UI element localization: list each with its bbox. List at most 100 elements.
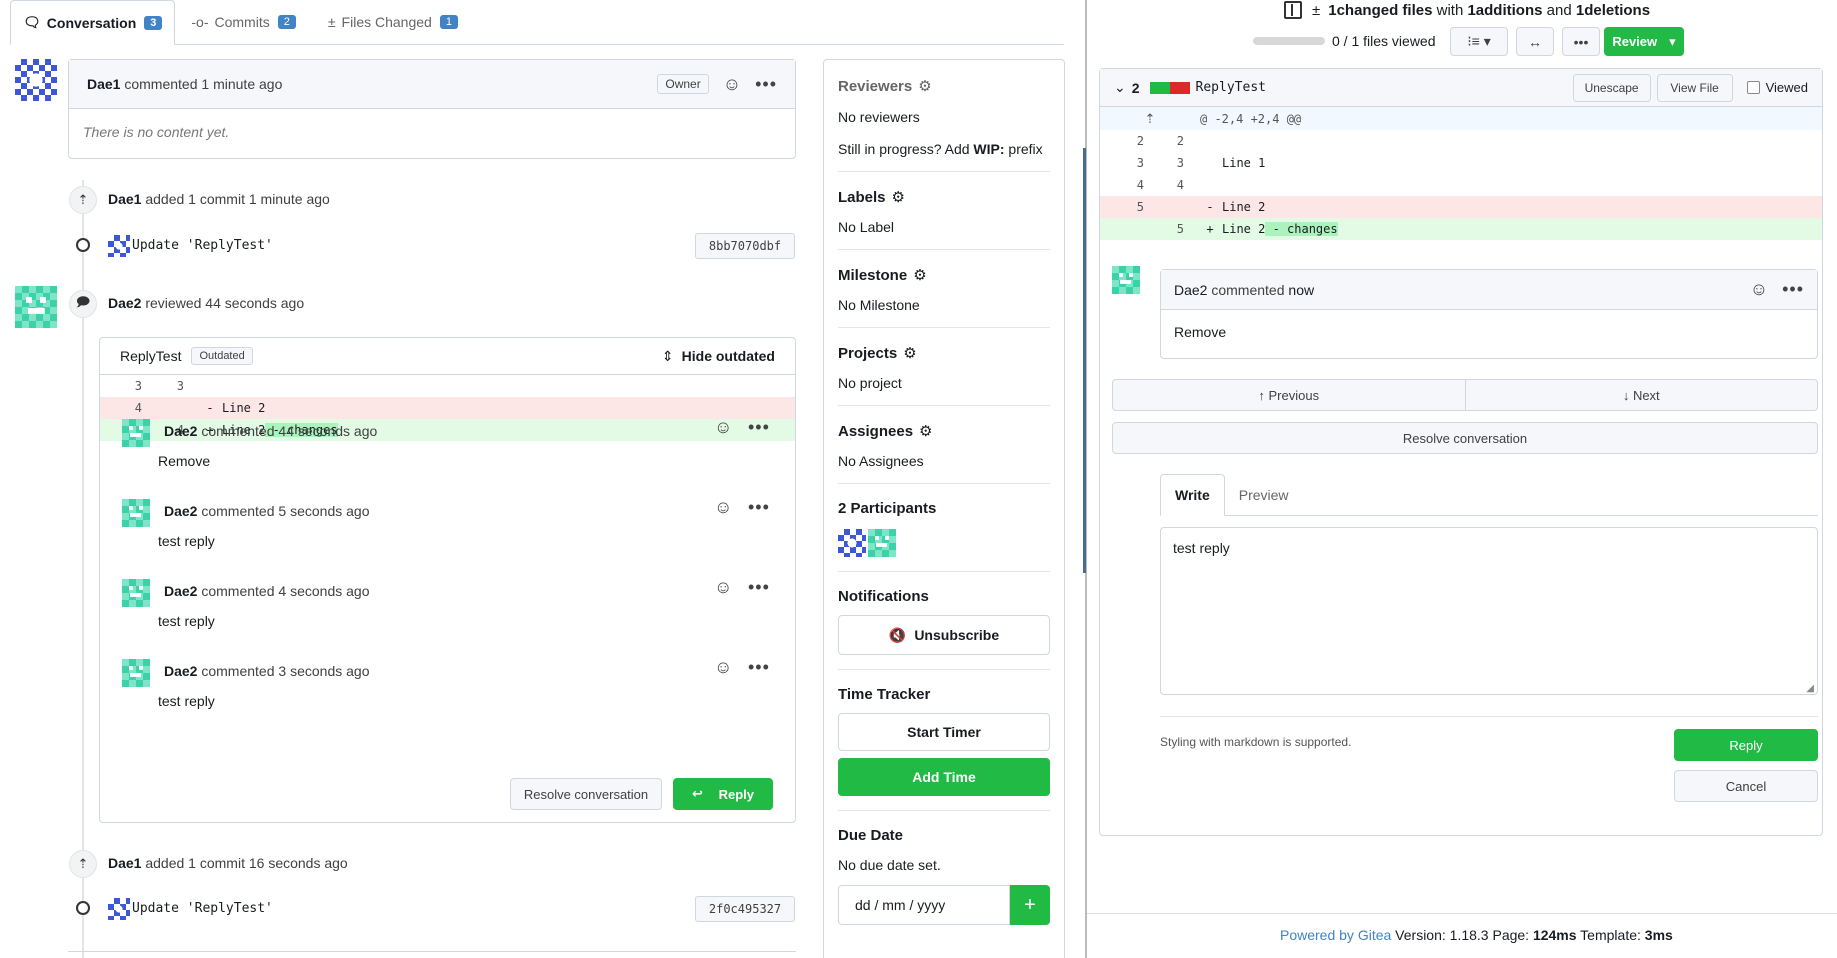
due-date-heading: Due Date bbox=[838, 827, 1050, 844]
avatar[interactable] bbox=[15, 59, 57, 101]
diff-style-button[interactable]: ⁝≡ ▾ bbox=[1450, 27, 1508, 56]
comment-author[interactable]: Dae2 bbox=[1174, 282, 1207, 298]
diff-stat-bar bbox=[1149, 81, 1190, 94]
deletions-count: 1 bbox=[1575, 1, 1585, 19]
review-button[interactable]: Review ▾ bbox=[1604, 27, 1684, 56]
avatar[interactable] bbox=[122, 499, 150, 527]
new-line-number[interactable]: 5 bbox=[1144, 222, 1184, 236]
file-name[interactable]: ReplyTest bbox=[1196, 80, 1266, 95]
more-icon[interactable]: ••• bbox=[748, 417, 770, 438]
hide-outdated-button[interactable]: Hide outdated bbox=[682, 348, 775, 364]
avatar[interactable] bbox=[838, 529, 866, 557]
gear-icon[interactable]: ⚙ bbox=[913, 266, 926, 284]
view-file-button[interactable]: View File bbox=[1656, 73, 1733, 102]
resolve-conversation-button[interactable]: Resolve conversation bbox=[510, 778, 662, 810]
new-line-number[interactable]: 3 bbox=[142, 379, 184, 393]
more-icon[interactable]: ••• bbox=[748, 577, 770, 598]
more-icon[interactable]: ••• bbox=[1782, 279, 1804, 300]
tab-commits[interactable]: -o- Commits 2 bbox=[175, 0, 311, 45]
gitea-link[interactable]: Powered by Gitea bbox=[1280, 927, 1391, 943]
scroll-indicator[interactable] bbox=[1083, 148, 1086, 573]
whitespace-button[interactable]: ↔ bbox=[1516, 27, 1554, 56]
more-icon[interactable]: ••• bbox=[748, 497, 770, 518]
old-line-number[interactable]: 3 bbox=[1100, 156, 1144, 170]
unescape-button[interactable]: Unescape bbox=[1572, 73, 1651, 102]
first-comment: Dae1 commented 1 minute ago Owner ☺ ••• … bbox=[68, 59, 796, 159]
avatar[interactable] bbox=[108, 235, 130, 257]
event-author[interactable]: Dae2 bbox=[108, 295, 141, 311]
additions-bar bbox=[1149, 81, 1170, 94]
add-due-date-button[interactable]: + bbox=[1010, 885, 1050, 925]
comment-author[interactable]: Dae2 bbox=[164, 663, 197, 679]
old-line-number[interactable]: 4 bbox=[1100, 178, 1144, 192]
resolve-conversation-button[interactable]: Resolve conversation bbox=[1112, 422, 1818, 454]
gear-icon[interactable]: ⚙ bbox=[919, 422, 932, 440]
write-tab[interactable]: Write bbox=[1160, 474, 1225, 516]
old-line-number[interactable]: 2 bbox=[1100, 134, 1144, 148]
commit-message[interactable]: Update 'ReplyTest' bbox=[132, 901, 273, 916]
comment-author[interactable]: Dae2 bbox=[164, 583, 197, 599]
expand-up-icon[interactable]: ⇡ bbox=[1100, 111, 1200, 127]
file-name[interactable]: ReplyTest bbox=[120, 348, 181, 364]
avatar[interactable] bbox=[1112, 266, 1140, 294]
commit-event: Dae1 added 1 commit 16 seconds ago bbox=[108, 855, 348, 871]
commit-sha[interactable]: 2f0c495327 bbox=[695, 896, 795, 922]
start-timer-button[interactable]: Start Timer bbox=[838, 713, 1050, 751]
tab-conversation[interactable]: 🗨 Conversation 3 bbox=[10, 0, 176, 45]
event-author[interactable]: Dae1 bbox=[108, 855, 141, 871]
more-icon[interactable]: ••• bbox=[748, 657, 770, 678]
reply-label: Reply bbox=[718, 786, 754, 802]
avatar[interactable] bbox=[15, 286, 57, 328]
tab-files-changed[interactable]: ± Files Changed 1 bbox=[312, 0, 474, 45]
resize-handle-icon[interactable]: ◢ bbox=[1806, 683, 1814, 694]
comment-author[interactable]: Dae1 bbox=[87, 76, 120, 92]
commit-message[interactable]: Update 'ReplyTest' bbox=[132, 238, 273, 253]
previous-button[interactable]: ↑ Previous bbox=[1112, 379, 1466, 411]
avatar[interactable] bbox=[122, 419, 150, 447]
sidebar-toggle-icon[interactable] bbox=[1284, 1, 1302, 19]
avatar[interactable] bbox=[122, 659, 150, 687]
add-time-button[interactable]: Add Time bbox=[838, 758, 1050, 796]
assignees-heading: Assignees ⚙ bbox=[838, 422, 1050, 441]
more-options-button[interactable]: ••• bbox=[1562, 27, 1600, 56]
comment-time: 44 seconds ago bbox=[278, 423, 378, 439]
emoji-icon[interactable]: ☺ bbox=[723, 74, 741, 95]
gear-icon[interactable]: ⚙ bbox=[918, 77, 931, 95]
old-line-number[interactable]: 5 bbox=[1100, 200, 1144, 214]
changed-text: - changes bbox=[1265, 222, 1338, 236]
chevron-down-icon[interactable]: ⌄ bbox=[1114, 79, 1126, 96]
reply-textarea[interactable]: test reply ◢ bbox=[1160, 527, 1818, 695]
outdated-badge: Outdated bbox=[191, 347, 253, 365]
comment-author[interactable]: Dae2 bbox=[164, 503, 197, 519]
avatar[interactable] bbox=[868, 529, 896, 557]
next-button[interactable]: ↓ Next bbox=[1465, 379, 1818, 411]
unsubscribe-button[interactable]: 🔇 Unsubscribe bbox=[838, 615, 1050, 655]
code-text: Line 1 bbox=[1222, 156, 1266, 170]
old-line-number[interactable]: 3 bbox=[100, 379, 142, 393]
date-input[interactable]: dd / mm / yyyy bbox=[838, 885, 1010, 925]
avatar[interactable] bbox=[108, 898, 130, 920]
new-line-number[interactable]: 3 bbox=[1144, 156, 1184, 170]
new-line-number[interactable]: 2 bbox=[1144, 134, 1184, 148]
emoji-icon[interactable]: ☺ bbox=[1750, 279, 1768, 300]
new-line-number[interactable]: 4 bbox=[1144, 178, 1184, 192]
avatar[interactable] bbox=[122, 579, 150, 607]
preview-tab[interactable]: Preview bbox=[1225, 474, 1303, 516]
commit-sha[interactable]: 8bb7070dbf bbox=[695, 233, 795, 259]
footer-text: Template: bbox=[1576, 927, 1645, 943]
more-icon[interactable]: ••• bbox=[755, 74, 777, 95]
gear-icon[interactable]: ⚙ bbox=[903, 344, 916, 362]
event-author[interactable]: Dae1 bbox=[108, 191, 141, 207]
review-comment: Dae2 commented 44 seconds ago ☺ ••• Remove bbox=[120, 411, 780, 481]
emoji-icon[interactable]: ☺ bbox=[714, 657, 732, 678]
emoji-icon[interactable]: ☺ bbox=[714, 417, 732, 438]
gear-icon[interactable]: ⚙ bbox=[892, 188, 905, 206]
reply-submit-button[interactable]: Reply bbox=[1674, 729, 1818, 761]
cancel-button[interactable]: Cancel bbox=[1674, 770, 1818, 802]
comment-author[interactable]: Dae2 bbox=[164, 423, 197, 439]
viewed-progress-bar bbox=[1253, 37, 1325, 45]
emoji-icon[interactable]: ☺ bbox=[714, 577, 732, 598]
emoji-icon[interactable]: ☺ bbox=[714, 497, 732, 518]
reply-button[interactable]: ↩ Reply bbox=[673, 778, 773, 810]
viewed-checkbox[interactable] bbox=[1746, 81, 1760, 94]
